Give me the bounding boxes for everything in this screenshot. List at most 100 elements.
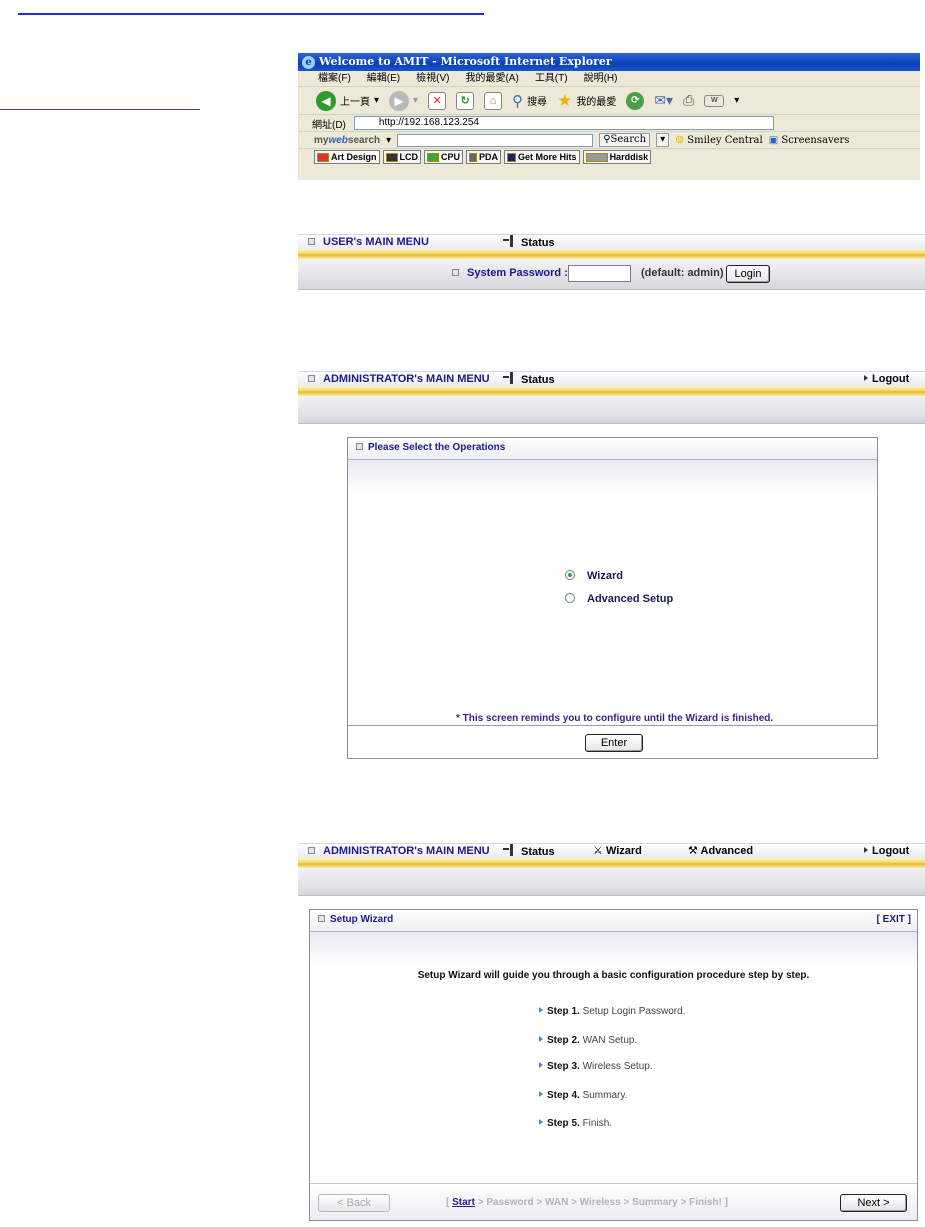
triangle-right-icon bbox=[864, 847, 868, 853]
gold-stripe bbox=[298, 858, 925, 868]
link-cpu[interactable]: CPU bbox=[424, 150, 464, 164]
forward-dropdown-icon[interactable]: ▾ bbox=[413, 95, 418, 106]
stop-icon[interactable]: ✕ bbox=[428, 91, 447, 110]
admin-menu-bar-2: ADMINISTRATOR's MAIN MENU Status ⚔ Wizar… bbox=[298, 843, 925, 896]
history-icon[interactable]: ⟳ bbox=[626, 91, 645, 110]
admin-menu-lower-2 bbox=[298, 868, 925, 896]
panel-fade bbox=[348, 460, 877, 494]
web-search-button[interactable]: ⚲Search bbox=[599, 133, 651, 147]
step-5: Step 5. Finish. bbox=[539, 1118, 612, 1129]
menu-square-icon bbox=[308, 238, 315, 245]
art-design-icon bbox=[317, 152, 329, 162]
magnifier-icon: ⚲ bbox=[512, 92, 524, 110]
step-bullet-icon bbox=[539, 1036, 543, 1042]
wizard-menu-link[interactable]: ⚔ Wizard bbox=[593, 844, 642, 858]
more-dropdown-icon[interactable]: ▾ bbox=[734, 95, 739, 106]
menu-favorites[interactable]: 我的最愛(A) bbox=[465, 71, 518, 86]
user-status-link[interactable]: Status bbox=[503, 235, 555, 250]
step-bullet-icon bbox=[539, 1119, 543, 1125]
browser-title-bar: e Welcome to AMIT - Microsoft Internet E… bbox=[298, 53, 920, 71]
admin-status-link[interactable]: Status bbox=[503, 372, 555, 387]
step-3: Step 3. Wireless Setup. bbox=[539, 1061, 653, 1072]
forward-arrow-icon: ▶ bbox=[389, 90, 410, 111]
exit-link[interactable]: [ EXIT ] bbox=[877, 910, 911, 930]
option-advanced-setup[interactable]: Advanced Setup bbox=[565, 593, 673, 605]
wizard-breadcrumb: [ Start > Password > WAN > Wireless > Su… bbox=[446, 1197, 728, 1208]
search-dropdown-icon[interactable]: ▾ bbox=[386, 135, 391, 146]
panel-fade bbox=[310, 932, 917, 966]
browser-menu-bar: 檔案(F) 編輯(E) 檢視(V) 我的最愛(A) 工具(T) 說明(H) bbox=[298, 71, 920, 87]
link-pda[interactable]: PDA bbox=[466, 150, 502, 164]
address-bar: 網址(D) http://192.168.123.254 bbox=[298, 115, 920, 132]
forward-button[interactable]: ▶ ▾ bbox=[389, 90, 418, 111]
breadcrumb-rest: > Password > WAN > Wireless > Summary > … bbox=[477, 1197, 722, 1208]
password-input[interactable] bbox=[568, 265, 631, 282]
back-button[interactable]: < Back bbox=[318, 1194, 390, 1212]
wizard-intro: Setup Wizard will guide you through a ba… bbox=[417, 970, 810, 981]
wizard-radio[interactable] bbox=[565, 570, 575, 580]
menu-square-icon bbox=[308, 375, 315, 382]
ie-logo-icon: e bbox=[302, 55, 315, 69]
harddisk-icon bbox=[585, 152, 608, 162]
advanced-radio[interactable] bbox=[565, 593, 575, 603]
setup-wizard-panel: Setup Wizard [ EXIT ] Setup Wizard will … bbox=[309, 909, 918, 1221]
admin-menu-bar: ADMINISTRATOR's MAIN MENU Status Logout bbox=[298, 371, 925, 424]
back-button[interactable]: ◀ 上一頁 ▾ bbox=[316, 90, 379, 111]
login-button[interactable]: Login bbox=[726, 265, 770, 283]
home-icon[interactable]: ⌂ bbox=[484, 91, 503, 110]
logout-link[interactable]: Logout bbox=[864, 372, 909, 386]
menu-tools[interactable]: 工具(T) bbox=[535, 71, 568, 86]
link-get-more-hits[interactable]: Get More Hits bbox=[504, 150, 580, 164]
favorites-label: 我的最愛 bbox=[576, 97, 617, 108]
enter-button[interactable]: Enter bbox=[585, 734, 643, 752]
web-search-input[interactable] bbox=[397, 133, 594, 147]
status-icon bbox=[503, 372, 517, 384]
next-button[interactable]: Next > bbox=[840, 1194, 907, 1212]
panel-divider bbox=[348, 725, 877, 726]
link-art-design[interactable]: Art Design bbox=[314, 150, 380, 164]
step-bullet-icon bbox=[539, 1091, 543, 1097]
step-bullet-icon bbox=[539, 1007, 543, 1013]
menu-file[interactable]: 檔案(F) bbox=[318, 71, 351, 86]
lcd-icon bbox=[385, 152, 398, 162]
link-lcd[interactable]: LCD bbox=[382, 150, 422, 164]
mail-icon[interactable]: ✉▾ bbox=[654, 92, 673, 109]
password-square-icon bbox=[452, 269, 459, 276]
header-square-icon bbox=[318, 915, 325, 922]
admin-status-link-2[interactable]: Status bbox=[503, 844, 555, 859]
search-options-dropdown[interactable]: ▾ bbox=[656, 133, 670, 147]
print-icon[interactable]: ⎙ bbox=[683, 92, 694, 109]
smiley-link[interactable]: ☺ Smiley Central bbox=[675, 135, 763, 146]
gold-stripe bbox=[298, 386, 925, 396]
logout-link-2[interactable]: Logout bbox=[864, 844, 909, 858]
gold-stripe bbox=[298, 249, 925, 259]
step-2: Step 2. WAN Setup. bbox=[539, 1035, 637, 1046]
edit-icon[interactable]: W bbox=[704, 94, 725, 107]
back-dropdown-icon[interactable]: ▾ bbox=[374, 95, 379, 106]
menu-help[interactable]: 說明(H) bbox=[584, 71, 618, 86]
search-button[interactable]: ⚲ 搜尋 bbox=[512, 92, 547, 110]
menu-edit[interactable]: 編輯(E) bbox=[367, 71, 400, 86]
advanced-menu-link[interactable]: ⚒ Advanced bbox=[688, 844, 753, 858]
password-label: System Password : bbox=[467, 267, 568, 279]
menu-view[interactable]: 檢視(V) bbox=[416, 71, 449, 86]
favorites-button[interactable]: ★ 我的最愛 bbox=[557, 91, 616, 111]
address-label: 網址(D) bbox=[312, 119, 346, 131]
browser-title: Welcome to AMIT - Microsoft Internet Exp… bbox=[319, 55, 612, 68]
address-input[interactable]: http://192.168.123.254 bbox=[353, 116, 774, 130]
admin-menu-top-2: ADMINISTRATOR's MAIN MENU Status ⚔ Wizar… bbox=[298, 843, 925, 858]
link-harddisk[interactable]: Harddisk bbox=[582, 150, 652, 164]
menu-square-icon bbox=[308, 847, 315, 854]
password-label-wrap: System Password : bbox=[452, 267, 568, 279]
status-icon bbox=[503, 844, 517, 856]
refresh-icon[interactable]: ↻ bbox=[456, 91, 475, 110]
admin-menu-title-wrap-2: ADMINISTRATOR's MAIN MENU bbox=[308, 844, 490, 858]
option-wizard[interactable]: Wizard bbox=[565, 570, 623, 582]
pda-icon bbox=[469, 152, 478, 162]
back-label: 上一頁 bbox=[340, 97, 370, 108]
screensavers-link[interactable]: ▣ Screensavers bbox=[769, 135, 850, 146]
advanced-tools-icon: ⚒ bbox=[688, 845, 698, 857]
status-icon bbox=[503, 235, 517, 247]
mywebsearch-logo: mywebsearch bbox=[314, 134, 381, 146]
step-1: Step 1. Setup Login Password. bbox=[539, 1006, 685, 1017]
